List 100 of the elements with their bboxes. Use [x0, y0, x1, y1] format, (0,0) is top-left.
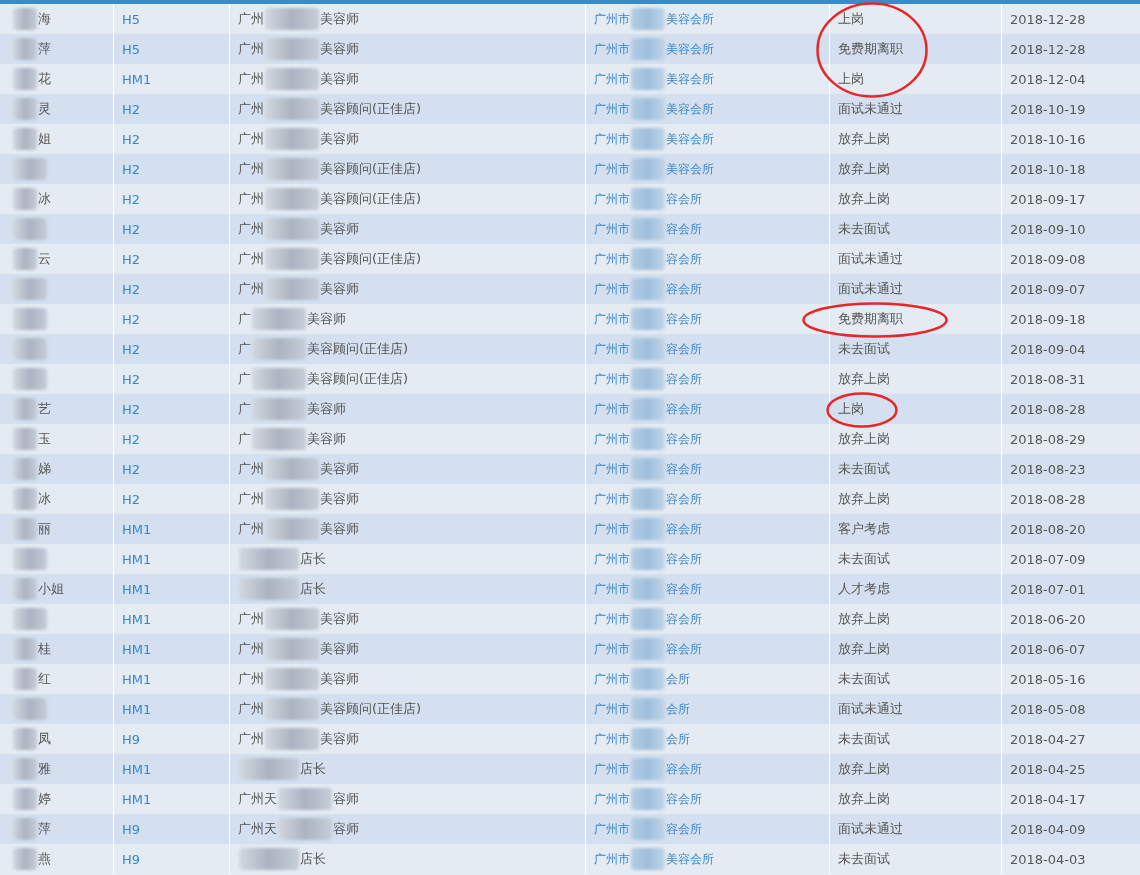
job-title: 美容师 — [320, 220, 359, 238]
blurred-text — [631, 668, 665, 690]
position-code: HM1 — [122, 551, 152, 567]
candidate-name: 红 — [38, 670, 51, 688]
position-code: H2 — [122, 341, 141, 357]
position-code: H2 — [122, 491, 141, 507]
date-text: 2018-04-25 — [1010, 761, 1086, 777]
date-text: 2018-07-09 — [1010, 551, 1086, 567]
company-prefix: 广州市 — [594, 611, 630, 627]
job-title-prefix: 广州 — [238, 280, 264, 298]
job-title: 美容师 — [320, 460, 359, 478]
company-prefix: 广州市 — [594, 311, 630, 327]
date-text: 2018-06-07 — [1010, 641, 1086, 657]
blurred-text — [13, 518, 37, 540]
job-title-prefix: 广州 — [238, 10, 264, 28]
date-text: 2018-08-20 — [1010, 521, 1086, 537]
blurred-text — [265, 158, 319, 180]
blurred-text — [265, 278, 319, 300]
blurred-text — [13, 188, 37, 210]
position-code: H2 — [122, 371, 141, 387]
job-title-prefix: 广州 — [238, 700, 264, 718]
company-name: 容会所 — [666, 191, 702, 207]
blurred-text — [13, 398, 37, 420]
date-text: 2018-07-01 — [1010, 581, 1086, 597]
date-text: 2018-08-28 — [1010, 401, 1086, 417]
company-name: 容会所 — [666, 551, 702, 567]
job-title: 美容顾问(正佳店) — [307, 370, 409, 388]
company-prefix: 广州市 — [594, 431, 630, 447]
job-title: 美容师 — [320, 40, 359, 58]
job-title-prefix: 广州 — [238, 610, 264, 628]
job-title-prefix: 广州 — [238, 70, 264, 88]
company-prefix: 广州市 — [594, 281, 630, 297]
company-prefix: 广州市 — [594, 461, 630, 477]
company-prefix: 广州市 — [594, 851, 630, 867]
blurred-text — [13, 578, 37, 600]
position-code: H2 — [122, 461, 141, 477]
date-text: 2018-09-07 — [1010, 281, 1086, 297]
company-name: 美容会所 — [666, 131, 714, 147]
company-name: 会所 — [666, 731, 690, 747]
company-prefix: 广州市 — [594, 161, 630, 177]
date-text: 2018-04-17 — [1010, 791, 1086, 807]
company-name: 容会所 — [666, 581, 702, 597]
company-prefix: 广州市 — [594, 491, 630, 507]
date-text: 2018-09-10 — [1010, 221, 1086, 237]
company-prefix: 广州市 — [594, 131, 630, 147]
blurred-text — [631, 368, 665, 390]
candidate-name: 小姐 — [38, 580, 64, 598]
date-text: 2018-05-16 — [1010, 671, 1086, 687]
blurred-text — [13, 158, 47, 180]
blurred-text — [631, 548, 665, 570]
job-title-prefix: 广州天 — [238, 790, 277, 808]
blurred-text — [631, 698, 665, 720]
position-code: H2 — [122, 311, 141, 327]
blurred-text — [631, 428, 665, 450]
candidate-name: 萍 — [38, 40, 51, 58]
candidate-name: 艺 — [38, 400, 51, 418]
blurred-text — [13, 788, 37, 810]
date-text: 2018-10-18 — [1010, 161, 1086, 177]
blurred-text — [13, 98, 37, 120]
blurred-text — [265, 668, 319, 690]
date-text: 2018-06-20 — [1010, 611, 1086, 627]
position-code: H2 — [122, 251, 141, 267]
candidate-name: 娣 — [38, 460, 51, 478]
date-text: 2018-12-28 — [1010, 11, 1086, 27]
job-title-prefix: 广 — [238, 400, 251, 418]
company-name: 容会所 — [666, 611, 702, 627]
position-code: H9 — [122, 821, 141, 837]
blurred-text — [265, 68, 319, 90]
company-prefix: 广州市 — [594, 341, 630, 357]
position-code: H9 — [122, 731, 141, 747]
job-title: 美容师 — [307, 430, 346, 448]
candidate-name: 云 — [38, 250, 51, 268]
company-prefix: 广州市 — [594, 371, 630, 387]
blurred-text — [265, 728, 319, 750]
blurred-text — [13, 248, 37, 270]
blurred-text — [13, 8, 37, 30]
blurred-text — [13, 428, 37, 450]
position-code: H2 — [122, 101, 141, 117]
job-title: 美容顾问(正佳店) — [320, 100, 422, 118]
job-title: 美容顾问(正佳店) — [320, 700, 422, 718]
company-name: 会所 — [666, 671, 690, 687]
blurred-text — [631, 848, 665, 870]
company-name: 美容会所 — [666, 11, 714, 27]
position-code: H2 — [122, 431, 141, 447]
job-title: 容师 — [333, 820, 359, 838]
blurred-text — [13, 608, 47, 630]
position-code: HM1 — [122, 521, 152, 537]
position-code: HM1 — [122, 761, 152, 777]
blurred-text — [13, 308, 47, 330]
job-title-prefix: 广州 — [238, 640, 264, 658]
blurred-text — [631, 518, 665, 540]
job-title: 店长 — [300, 580, 326, 598]
company-name: 容会所 — [666, 641, 702, 657]
company-prefix: 广州市 — [594, 401, 630, 417]
blurred-text — [13, 668, 37, 690]
blurred-text — [631, 488, 665, 510]
company-prefix: 广州市 — [594, 71, 630, 87]
position-code: H9 — [122, 851, 141, 867]
date-text: 2018-08-29 — [1010, 431, 1086, 447]
company-name: 容会所 — [666, 401, 702, 417]
